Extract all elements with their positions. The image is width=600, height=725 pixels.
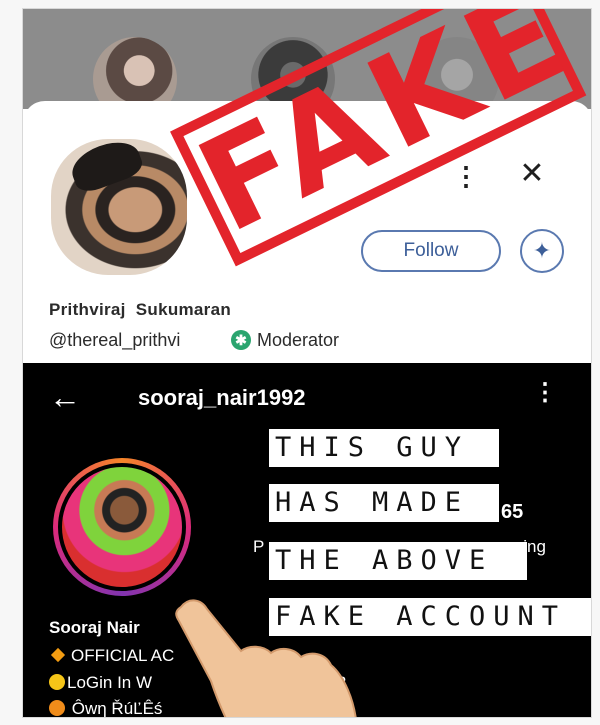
bio-name: Sooraj Nair <box>49 618 140 637</box>
bio-line: OFFICIAL AC <box>49 646 174 666</box>
diamond-icon <box>50 647 66 663</box>
bio-line-text: OFFICIAL AC <box>71 646 175 665</box>
profile-handle: @thereal_prithvi <box>49 330 181 350</box>
more-vertical-icon[interactable]: ⋮ <box>533 381 557 405</box>
caption-line: HAS MADE <box>269 484 499 522</box>
back-arrow-icon[interactable]: ← <box>49 381 81 413</box>
emoji-icon <box>49 674 65 690</box>
caption-line: THE ABOVE <box>269 542 527 580</box>
pointing-hand-icon <box>175 599 357 717</box>
follow-button[interactable]: Follow <box>361 230 501 272</box>
background-avatar <box>93 37 177 109</box>
close-icon[interactable]: ✕ <box>519 159 545 189</box>
bio-line-text: LoGin In W <box>67 673 153 692</box>
bio-line: Ôwη ŘúĽÊś <box>49 699 163 718</box>
moderator-badge: Moderator <box>257 330 340 350</box>
screenshot-frame: ⋮ ✕ Follow ✦ Prithviraj Sukumaran @there… <box>22 8 592 718</box>
posts-label-fragment: P <box>253 537 265 556</box>
following-count[interactable]: 65 <box>501 501 523 524</box>
bio-line: LoGin In W <box>49 673 152 693</box>
bio-line-text: Ôwη ŘúĽÊś <box>71 699 163 718</box>
ig-avatar-photo <box>58 463 186 591</box>
profile-name: Prithviraj Sukumaran <box>49 300 232 319</box>
ig-avatar[interactable] <box>53 458 191 596</box>
ig-username: sooraj_nair1992 <box>138 385 306 410</box>
caption-line: THIS GUY <box>269 429 499 467</box>
moderator-icon: ✱ <box>231 330 251 350</box>
emoji-icon <box>49 700 65 716</box>
sparkle-icon[interactable]: ✦ <box>520 229 564 273</box>
